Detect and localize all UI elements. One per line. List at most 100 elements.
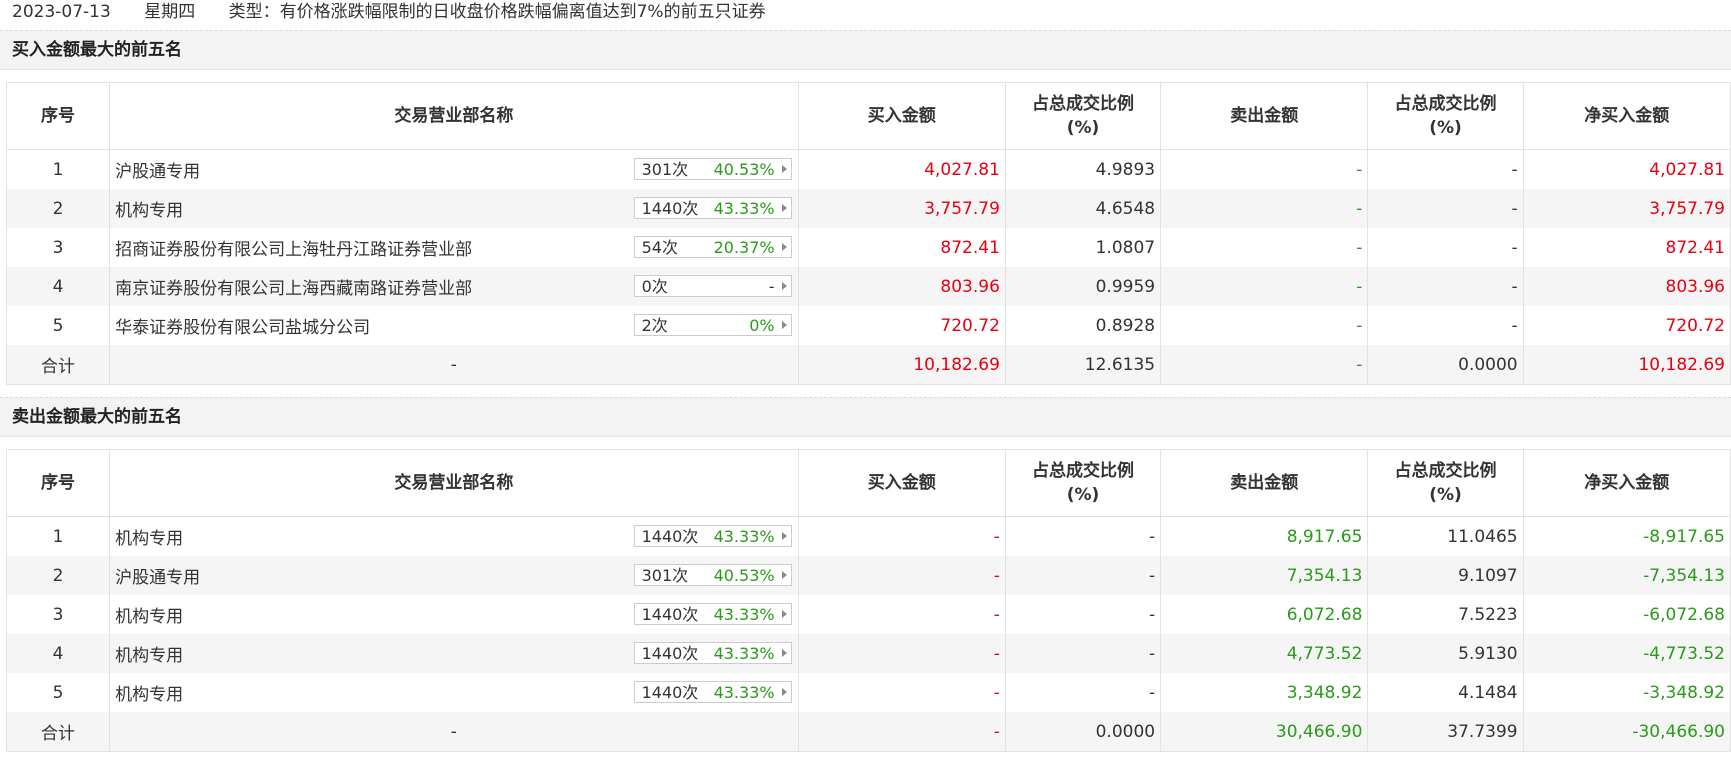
buy-ratio: -: [1004, 634, 1162, 673]
listing-count: 1440次: [641, 644, 699, 663]
total-sell-amount: -: [1160, 345, 1369, 385]
broker-stats-badge[interactable]: 1440次 43.33%: [633, 525, 792, 547]
row-index: 2: [5, 189, 111, 228]
sell-top5-table: 序号 交易营业部名称 买入金额 占总成交比例 (%) 卖出金额 占总成交比例 (%)…: [5, 449, 1731, 752]
col-header-sell-ratio: 占总成交比例 (%): [1367, 82, 1524, 150]
broker-stats-badge[interactable]: 1440次 43.33%: [633, 197, 792, 219]
total-net-amount: -30,466.90: [1522, 712, 1731, 752]
win-rate: 0%: [749, 316, 775, 335]
buy-ratio: 0.8928: [1004, 306, 1162, 345]
col-header-sell-ratio-line1: 占总成交比例: [1394, 94, 1497, 114]
chevron-right-icon: [781, 165, 787, 173]
broker-name[interactable]: 机构专用: [115, 646, 183, 666]
broker-stats-badge[interactable]: 54次 20.37%: [633, 236, 792, 258]
win-rate: 40.53%: [713, 566, 775, 585]
table-row: 1 沪股通专用 301次 40.53% 4,027.81 4.9893 - - …: [5, 149, 1731, 189]
table-row: 5 机构专用 1440次 43.33% - - 3,348.92 4.1484 …: [5, 673, 1731, 712]
listing-count: 1440次: [641, 683, 699, 702]
broker-stats-badge[interactable]: 1440次 43.33%: [633, 681, 792, 703]
table-row: 2 机构专用 1440次 43.33% 3,757.79 4.6548 - - …: [5, 189, 1731, 228]
header-line: 2023-07-13 星期四 类型：有价格涨跌幅限制的日收盘价格跌幅偏离值达到7…: [0, 0, 1731, 24]
type-description: 类型：有价格涨跌幅限制的日收盘价格跌幅偏离值达到7%的前五只证券: [228, 2, 766, 22]
broker-cell: 机构专用 1440次 43.33%: [109, 673, 799, 712]
total-sell-ratio: 0.0000: [1367, 345, 1524, 385]
row-index: 4: [5, 267, 111, 306]
broker-name[interactable]: 机构专用: [115, 607, 183, 627]
broker-stats-badge[interactable]: 301次 40.53%: [633, 158, 792, 180]
broker-name[interactable]: 机构专用: [115, 201, 183, 221]
col-header-sell-ratio-line2: (%): [1429, 485, 1462, 505]
broker-stats-badge[interactable]: 301次 40.53%: [633, 564, 792, 586]
total-row: 合计 - 10,182.69 12.6135 - 0.0000 10,182.6…: [5, 345, 1731, 385]
total-buy-ratio: 0.0000: [1004, 712, 1162, 752]
broker-name[interactable]: 沪股通专用: [115, 568, 200, 588]
sell-amount: -: [1160, 149, 1369, 189]
broker-name[interactable]: 机构专用: [115, 685, 183, 705]
col-header-sell-ratio-line1: 占总成交比例: [1394, 461, 1497, 481]
sell-amount: -: [1160, 228, 1369, 267]
sell-ratio: 4.1484: [1367, 673, 1524, 712]
col-header-buy: 买入金额: [797, 449, 1006, 517]
broker-stats-badge[interactable]: 1440次 43.33%: [633, 603, 792, 625]
buy-amount: -: [797, 516, 1006, 556]
sell-section-title: 卖出金额最大的前五名: [0, 397, 1731, 437]
net-amount: 872.41: [1522, 228, 1731, 267]
broker-cell: 沪股通专用 301次 40.53%: [109, 556, 799, 595]
col-header-idx: 序号: [5, 82, 111, 150]
table-header-row: 序号 交易营业部名称 买入金额 占总成交比例 (%) 卖出金额 占总成交比例 (%)…: [5, 449, 1731, 517]
net-amount: 4,027.81: [1522, 149, 1731, 189]
broker-name[interactable]: 华泰证券股份有限公司盐城分公司: [115, 318, 370, 338]
win-rate: -: [768, 277, 775, 296]
chevron-right-icon: [781, 688, 787, 696]
total-row: 合计 - - 0.0000 30,466.90 37.7399 -30,466.…: [5, 712, 1731, 752]
listing-count: 1440次: [641, 199, 699, 218]
buy-amount: 3,757.79: [797, 189, 1006, 228]
broker-stats-badge[interactable]: 1440次 43.33%: [633, 642, 792, 664]
sell-ratio: -: [1367, 267, 1524, 306]
broker-name[interactable]: 南京证券股份有限公司上海西藏南路证券营业部: [115, 279, 472, 299]
col-header-buy-ratio-line2: (%): [1066, 118, 1100, 138]
chevron-right-icon: [781, 321, 787, 329]
broker-name[interactable]: 机构专用: [115, 529, 183, 549]
buy-ratio: 0.9959: [1004, 267, 1162, 306]
trade-date: 2023-07-13: [12, 2, 111, 22]
col-header-buy-ratio-line1: 占总成交比例: [1031, 461, 1134, 481]
win-rate: 43.33%: [713, 199, 775, 218]
broker-cell: 机构专用 1440次 43.33%: [109, 595, 799, 634]
win-rate: 40.53%: [713, 160, 775, 179]
col-header-buy: 买入金额: [797, 82, 1006, 150]
listing-count: 2次: [641, 316, 668, 335]
total-name: -: [109, 345, 799, 385]
broker-cell: 招商证券股份有限公司上海牡丹江路证券营业部 54次 20.37%: [109, 228, 799, 267]
broker-cell: 沪股通专用 301次 40.53%: [109, 149, 799, 189]
col-header-sell-ratio-line2: (%): [1429, 118, 1462, 138]
sell-ratio: 7.5223: [1367, 595, 1524, 634]
col-header-name: 交易营业部名称: [109, 449, 799, 517]
table-row: 5 华泰证券股份有限公司盐城分公司 2次 0% 720.72 0.8928 - …: [5, 306, 1731, 345]
win-rate: 43.33%: [713, 683, 775, 702]
win-rate: 20.37%: [713, 238, 775, 257]
broker-name[interactable]: 招商证券股份有限公司上海牡丹江路证券营业部: [115, 240, 472, 260]
buy-amount: 872.41: [797, 228, 1006, 267]
col-header-idx: 序号: [5, 449, 111, 517]
col-header-sell: 卖出金额: [1160, 82, 1369, 150]
total-buy-ratio: 12.6135: [1004, 345, 1162, 385]
buy-ratio: -: [1004, 556, 1162, 595]
table-row: 4 机构专用 1440次 43.33% - - 4,773.52 5.9130 …: [5, 634, 1731, 673]
listing-count: 54次: [641, 238, 678, 257]
table-row: 3 机构专用 1440次 43.33% - - 6,072.68 7.5223 …: [5, 595, 1731, 634]
broker-stats-badge[interactable]: 0次 -: [633, 275, 792, 297]
net-amount: -8,917.65: [1522, 516, 1731, 556]
broker-stats-badge[interactable]: 2次 0%: [633, 314, 792, 336]
sell-amount: 3,348.92: [1160, 673, 1369, 712]
broker-name[interactable]: 沪股通专用: [115, 162, 200, 182]
row-index: 3: [5, 595, 111, 634]
sell-ratio: -: [1367, 228, 1524, 267]
sell-amount: 7,354.13: [1160, 556, 1369, 595]
col-header-sell: 卖出金额: [1160, 449, 1369, 517]
sell-table-wrapper: 序号 交易营业部名称 买入金额 占总成交比例 (%) 卖出金额 占总成交比例 (%)…: [0, 437, 1731, 752]
broker-cell: 机构专用 1440次 43.33%: [109, 634, 799, 673]
total-net-amount: 10,182.69: [1522, 345, 1731, 385]
table-header-row: 序号 交易营业部名称 买入金额 占总成交比例 (%) 卖出金额 占总成交比例 (%)…: [5, 82, 1731, 150]
win-rate: 43.33%: [713, 605, 775, 624]
